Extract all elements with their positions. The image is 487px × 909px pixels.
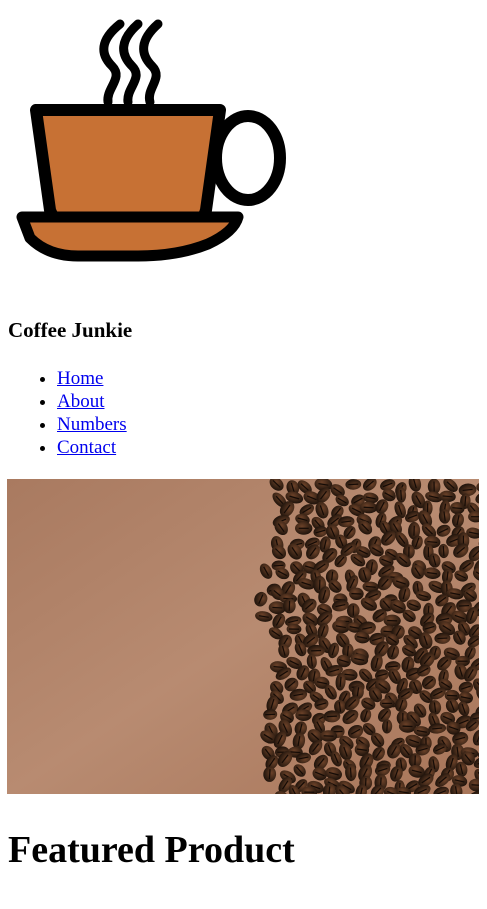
nav-item-about: About (57, 390, 127, 413)
nav-link-home[interactable]: Home (57, 368, 103, 389)
nav-item-home: Home (57, 367, 127, 390)
nav-link-contact[interactable]: Contact (57, 437, 116, 458)
main-nav: Home About Numbers Contact (0, 367, 127, 459)
nav-link-about[interactable]: About (57, 391, 105, 412)
site-title: Coffee Junkie (8, 318, 133, 342)
nav-link-numbers[interactable]: Numbers (57, 414, 127, 435)
nav-item-contact: Contact (57, 436, 127, 459)
featured-heading: Featured Product (8, 829, 295, 871)
coffee-cup-icon (16, 19, 286, 262)
nav-item-numbers: Numbers (57, 413, 127, 436)
coffee-beans-image (7, 479, 479, 794)
